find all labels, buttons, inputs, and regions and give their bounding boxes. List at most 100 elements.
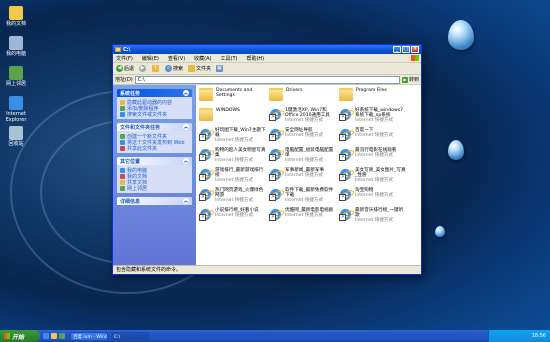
shortcut-item[interactable]: e↗最新音乐排行榜_一键听歌Internet 快捷方式: [337, 207, 407, 227]
task-link-label: 网上邻居: [127, 185, 148, 192]
shortcut-item[interactable]: e↗好系统下载_windows7系统下载_xp系统Internet 快捷方式: [337, 107, 407, 127]
task-pane: 系统任务 ︽ 隐藏此驱动器的内容 添加/删除程序 搜索文件或文件夹 文件和文件夹任务 ︽ 创建…: [113, 85, 196, 266]
taskbar-window-button[interactable]: C:\: [111, 331, 149, 341]
menu-item[interactable]: 收藏(A): [194, 55, 211, 62]
quick-launch-icon[interactable]: [51, 333, 57, 339]
menu-item[interactable]: 文件(F): [116, 55, 133, 62]
task-link[interactable]: 共享此文件夹: [120, 145, 189, 152]
go-arrow-icon: ▶: [401, 76, 408, 83]
address-input[interactable]: C:\: [134, 75, 400, 84]
back-button[interactable]: ◀ 后退: [116, 65, 134, 72]
windows-flag-icon: [4, 333, 10, 339]
minimize-button[interactable]: _: [393, 46, 401, 53]
item-text: Drivers: [286, 88, 303, 93]
shortcut-item[interactable]: e↗购物的超人美女明星写真集Internet 快捷方式: [197, 147, 267, 167]
desktop-icon[interactable]: 我的文档: [2, 6, 30, 27]
shortcut-item[interactable]: e↗1键激活XP, Win7和Office 2010通用工具Internet 快…: [267, 107, 337, 127]
shortcut-item[interactable]: e↗小说排行榜_好看小说Internet 快捷方式: [197, 207, 267, 227]
search-button[interactable]: ⌕ 搜索: [165, 65, 183, 72]
task-panel-header[interactable]: 详细信息 ︽: [117, 197, 192, 205]
internet-explorer-icon: e↗: [267, 128, 286, 142]
item-text: 1键激活XP, Win7和Office 2010通用工具 Internet 快捷方…: [285, 108, 337, 124]
quick-launch-icon[interactable]: [43, 333, 49, 339]
taskbar-window-button[interactable]: 百度 ium - Windo: [70, 331, 108, 341]
menu-item[interactable]: 查看(V): [168, 55, 185, 62]
folder-item[interactable]: Drivers: [269, 87, 337, 107]
desktop-icon[interactable]: 我的电脑: [2, 36, 30, 57]
collapse-chevron-icon[interactable]: ︽: [183, 124, 189, 130]
explorer-window[interactable]: C:\ _ □ × 文件(F) 编辑(E) 查看(V) 收藏(A) 工具(T) 帮助(H)…: [112, 44, 422, 275]
quick-launch: [43, 333, 67, 339]
maximize-button[interactable]: □: [402, 46, 410, 53]
quick-launch-icon[interactable]: [59, 333, 65, 339]
title-bar[interactable]: C:\ _ □ ×: [113, 45, 421, 54]
shortcut-item[interactable]: e↗游戏排行_最新游戏排行榜Internet 快捷方式: [197, 167, 267, 187]
internet-explorer-icon: e↗: [337, 128, 356, 142]
internet-explorer-icon: e↗: [267, 148, 286, 162]
desktop-icon[interactable]: Internet Explorer: [2, 96, 30, 123]
desktop-item-icon: [9, 36, 23, 50]
desktop-icon[interactable]: 网上邻居: [2, 66, 30, 87]
item-type: Internet 快捷方式: [355, 193, 394, 199]
task-icon: [120, 133, 125, 139]
menu-item[interactable]: 帮助(H): [246, 55, 264, 62]
shortcut-item[interactable]: e↗优酷网_最新电影电视剧Internet 快捷方式: [267, 207, 337, 227]
shortcut-item[interactable]: e↗淘宝购物Internet 快捷方式: [337, 187, 407, 207]
folder-item[interactable]: Program Files: [339, 87, 407, 107]
shortcut-item[interactable]: e↗电脑配置_组装电脑配置单Internet 快捷方式: [267, 147, 337, 167]
desktop-icon[interactable]: 回收站: [2, 126, 30, 147]
task-panel-header[interactable]: 系统任务 ︽: [117, 89, 192, 97]
item-name: WINDOWS: [216, 108, 240, 113]
desktop-item-icon: [9, 66, 23, 80]
item-text: WINDOWS: [216, 108, 240, 113]
task-icon: [120, 173, 125, 179]
collapse-chevron-icon[interactable]: ︽: [183, 198, 189, 204]
task-panel-header[interactable]: 其它位置 ︽: [117, 157, 192, 165]
menu-item[interactable]: 工具(T): [221, 55, 238, 62]
shortcut-item[interactable]: e↗百度一下Internet 快捷方式: [337, 127, 407, 147]
views-button[interactable]: ▦: [216, 65, 224, 72]
forward-button[interactable]: ▶: [139, 65, 147, 72]
water-drop-small: [435, 226, 445, 237]
taskbar-buttons: 百度 ium - Windo C:\: [67, 331, 149, 341]
shortcut-item[interactable]: e↗安全网址导航Internet 快捷方式: [267, 127, 337, 147]
task-panel-header[interactable]: 文件和文件夹任务 ︽: [117, 123, 192, 131]
folder-item[interactable]: Documents and Settings: [199, 87, 267, 107]
item-name: 1键激活XP, Win7和Office 2010通用工具: [285, 108, 330, 119]
go-label: 转到: [408, 77, 419, 83]
item-type: Internet 快捷方式: [355, 153, 394, 159]
desktop-icon-label: Internet Explorer: [5, 111, 27, 123]
desktop-item-icon: [9, 96, 23, 110]
close-button[interactable]: ×: [411, 46, 419, 53]
shortcut-item[interactable]: e↗软件下载_最新免费软件下载Internet 快捷方式: [267, 187, 337, 207]
item-text: 最流行电影在线观看 Internet 快捷方式: [355, 148, 396, 158]
item-name: 游戏排行_最新游戏排行榜: [215, 168, 264, 179]
task-link[interactable]: 搜索文件或文件夹: [120, 111, 189, 118]
folder-item[interactable]: WINDOWS: [199, 107, 267, 127]
go-button[interactable]: ▶ 转到: [401, 76, 419, 83]
desktop-icon-label: 我的电脑: [5, 51, 26, 57]
item-text: Documents and Settings: [216, 88, 267, 98]
task-panel: 详细信息 ︽: [117, 197, 192, 205]
item-type: Internet 快捷方式: [215, 138, 254, 144]
up-button[interactable]: ↑: [152, 65, 160, 72]
folder-icon: [199, 88, 213, 101]
task-panel-title: 文件和文件夹任务: [120, 124, 161, 131]
shortcut-item[interactable]: e↗最流行电影在线观看Internet 快捷方式: [337, 147, 407, 167]
collapse-chevron-icon[interactable]: ︽: [183, 158, 189, 164]
task-icon: [120, 179, 125, 185]
shortcut-item[interactable]: e↗美女写真_美女图片_写真_性感Internet 快捷方式: [337, 167, 407, 187]
start-button[interactable]: 开始: [0, 330, 40, 342]
task-link-label: 共享此文件夹: [127, 145, 158, 152]
task-panel: 文件和文件夹任务 ︽ 创建一个新文件夹 将这个文件夹发布到 Web 共享此文件夹: [117, 123, 192, 153]
task-link[interactable]: 网上邻居: [120, 185, 189, 192]
views-icon: ▦: [216, 65, 224, 72]
shortcut-item[interactable]: e↗好玩图下载_Win7主题下载Internet 快捷方式: [197, 127, 267, 147]
shortcut-item[interactable]: e↗军事新闻_最新军事Internet 快捷方式: [267, 167, 337, 187]
folders-button[interactable]: 文件夹: [188, 65, 211, 72]
item-name: 好玩图下载_Win7主题下载: [215, 128, 266, 139]
shortcut-item[interactable]: e↗热门网页游戏_火爆绿色网游Internet 快捷方式: [197, 187, 267, 207]
menu-item[interactable]: 编辑(E): [142, 55, 159, 62]
item-text: 安全网址导航 Internet 快捷方式: [285, 128, 323, 138]
collapse-chevron-icon[interactable]: ︽: [183, 90, 189, 96]
